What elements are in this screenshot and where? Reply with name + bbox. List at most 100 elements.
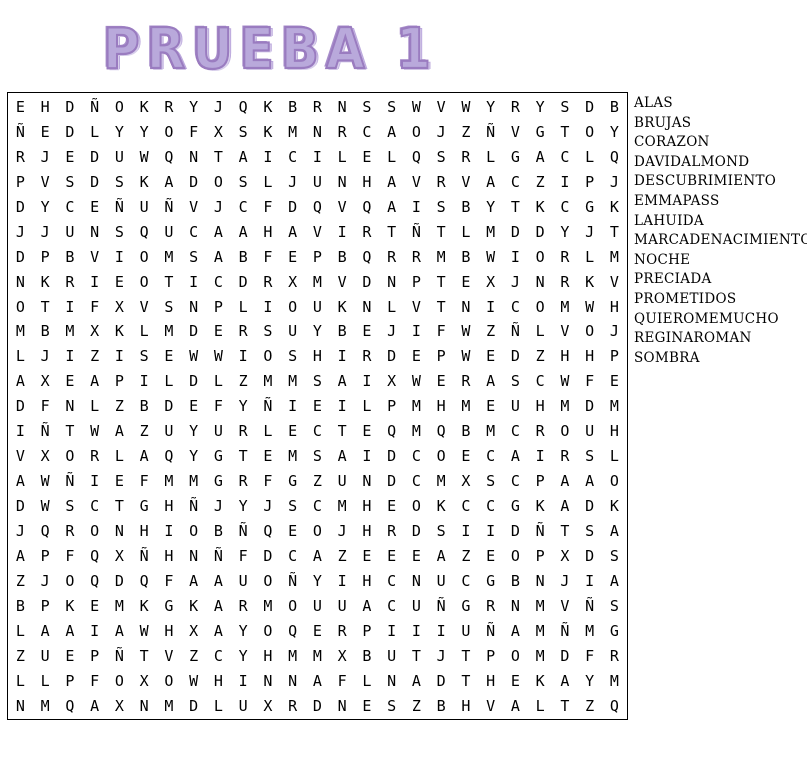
- grid-cell[interactable]: U: [157, 419, 182, 444]
- grid-cell[interactable]: S: [58, 494, 83, 519]
- grid-cell[interactable]: R: [553, 270, 578, 295]
- grid-cell[interactable]: J: [429, 120, 454, 145]
- grid-cell[interactable]: R: [355, 344, 380, 369]
- grid-cell[interactable]: S: [107, 170, 132, 195]
- grid-cell[interactable]: D: [280, 195, 305, 220]
- grid-cell[interactable]: I: [553, 170, 578, 195]
- grid-cell[interactable]: M: [157, 694, 182, 719]
- grid-cell[interactable]: P: [8, 170, 33, 195]
- grid-cell[interactable]: L: [206, 694, 231, 719]
- grid-cell[interactable]: A: [330, 444, 355, 469]
- grid-cell[interactable]: A: [429, 544, 454, 569]
- grid-cell[interactable]: M: [256, 369, 281, 394]
- grid-cell[interactable]: L: [206, 369, 231, 394]
- grid-cell[interactable]: O: [206, 170, 231, 195]
- grid-cell[interactable]: S: [355, 95, 380, 120]
- grid-cell[interactable]: X: [107, 544, 132, 569]
- grid-cell[interactable]: S: [280, 344, 305, 369]
- grid-cell[interactable]: Y: [305, 319, 330, 344]
- grid-cell[interactable]: A: [8, 544, 33, 569]
- grid-cell[interactable]: Z: [132, 419, 157, 444]
- grid-cell[interactable]: D: [379, 444, 404, 469]
- grid-cell[interactable]: H: [157, 494, 182, 519]
- grid-cell[interactable]: D: [528, 220, 553, 245]
- grid-cell[interactable]: O: [528, 295, 553, 320]
- grid-cell[interactable]: R: [157, 95, 182, 120]
- grid-cell[interactable]: Ñ: [256, 394, 281, 419]
- grid-cell[interactable]: B: [280, 95, 305, 120]
- grid-cell[interactable]: E: [58, 369, 83, 394]
- grid-cell[interactable]: J: [503, 270, 528, 295]
- grid-cell[interactable]: H: [33, 95, 58, 120]
- grid-cell[interactable]: C: [454, 494, 479, 519]
- grid-cell[interactable]: J: [429, 644, 454, 669]
- grid-cell[interactable]: T: [231, 444, 256, 469]
- grid-cell[interactable]: W: [82, 419, 107, 444]
- grid-cell[interactable]: A: [280, 220, 305, 245]
- grid-cell[interactable]: I: [8, 419, 33, 444]
- grid-cell[interactable]: Ñ: [82, 95, 107, 120]
- grid-cell[interactable]: Q: [157, 444, 182, 469]
- grid-cell[interactable]: U: [305, 594, 330, 619]
- grid-cell[interactable]: G: [454, 594, 479, 619]
- grid-cell[interactable]: R: [231, 319, 256, 344]
- grid-cell[interactable]: S: [577, 444, 602, 469]
- grid-cell[interactable]: Y: [528, 95, 553, 120]
- word-search-grid[interactable]: EHDÑOKRYJQKBRNSSWVWYRYSDBÑEDLYYOFXSKMNRC…: [7, 92, 628, 720]
- grid-cell[interactable]: A: [82, 369, 107, 394]
- grid-cell[interactable]: V: [82, 245, 107, 270]
- grid-cell[interactable]: E: [256, 444, 281, 469]
- grid-cell[interactable]: O: [404, 494, 429, 519]
- grid-cell[interactable]: G: [602, 619, 627, 644]
- grid-cell[interactable]: S: [478, 469, 503, 494]
- grid-cell[interactable]: D: [8, 245, 33, 270]
- grid-cell[interactable]: I: [82, 270, 107, 295]
- grid-cell[interactable]: A: [107, 619, 132, 644]
- grid-cell[interactable]: P: [577, 170, 602, 195]
- grid-cell[interactable]: C: [503, 469, 528, 494]
- grid-cell[interactable]: M: [256, 594, 281, 619]
- grid-cell[interactable]: S: [429, 519, 454, 544]
- grid-cell[interactable]: C: [553, 195, 578, 220]
- grid-cell[interactable]: D: [553, 644, 578, 669]
- grid-cell[interactable]: B: [454, 419, 479, 444]
- grid-cell[interactable]: M: [553, 394, 578, 419]
- grid-cell[interactable]: Y: [478, 195, 503, 220]
- grid-cell[interactable]: U: [330, 594, 355, 619]
- grid-cell[interactable]: A: [33, 619, 58, 644]
- grid-cell[interactable]: O: [58, 569, 83, 594]
- grid-cell[interactable]: O: [404, 120, 429, 145]
- grid-cell[interactable]: T: [330, 419, 355, 444]
- grid-cell[interactable]: M: [404, 419, 429, 444]
- grid-cell[interactable]: P: [107, 369, 132, 394]
- grid-cell[interactable]: M: [429, 469, 454, 494]
- grid-cell[interactable]: T: [602, 220, 627, 245]
- grid-cell[interactable]: L: [478, 145, 503, 170]
- grid-cell[interactable]: M: [181, 469, 206, 494]
- grid-cell[interactable]: Z: [8, 569, 33, 594]
- grid-cell[interactable]: E: [305, 619, 330, 644]
- grid-cell[interactable]: R: [330, 120, 355, 145]
- grid-cell[interactable]: D: [379, 469, 404, 494]
- grid-cell[interactable]: N: [82, 220, 107, 245]
- grid-cell[interactable]: I: [132, 369, 157, 394]
- grid-cell[interactable]: C: [280, 145, 305, 170]
- grid-cell[interactable]: I: [355, 369, 380, 394]
- grid-cell[interactable]: V: [157, 644, 182, 669]
- grid-cell[interactable]: E: [206, 319, 231, 344]
- grid-cell[interactable]: L: [132, 319, 157, 344]
- grid-cell[interactable]: U: [577, 419, 602, 444]
- grid-cell[interactable]: W: [454, 95, 479, 120]
- grid-cell[interactable]: D: [82, 170, 107, 195]
- grid-cell[interactable]: W: [404, 369, 429, 394]
- grid-cell[interactable]: L: [157, 369, 182, 394]
- grid-cell[interactable]: Y: [33, 195, 58, 220]
- grid-cell[interactable]: H: [206, 669, 231, 694]
- grid-cell[interactable]: A: [503, 444, 528, 469]
- grid-cell[interactable]: A: [82, 694, 107, 719]
- grid-cell[interactable]: S: [231, 170, 256, 195]
- grid-cell[interactable]: F: [577, 644, 602, 669]
- grid-cell[interactable]: A: [478, 369, 503, 394]
- grid-cell[interactable]: N: [404, 569, 429, 594]
- grid-cell[interactable]: Q: [58, 694, 83, 719]
